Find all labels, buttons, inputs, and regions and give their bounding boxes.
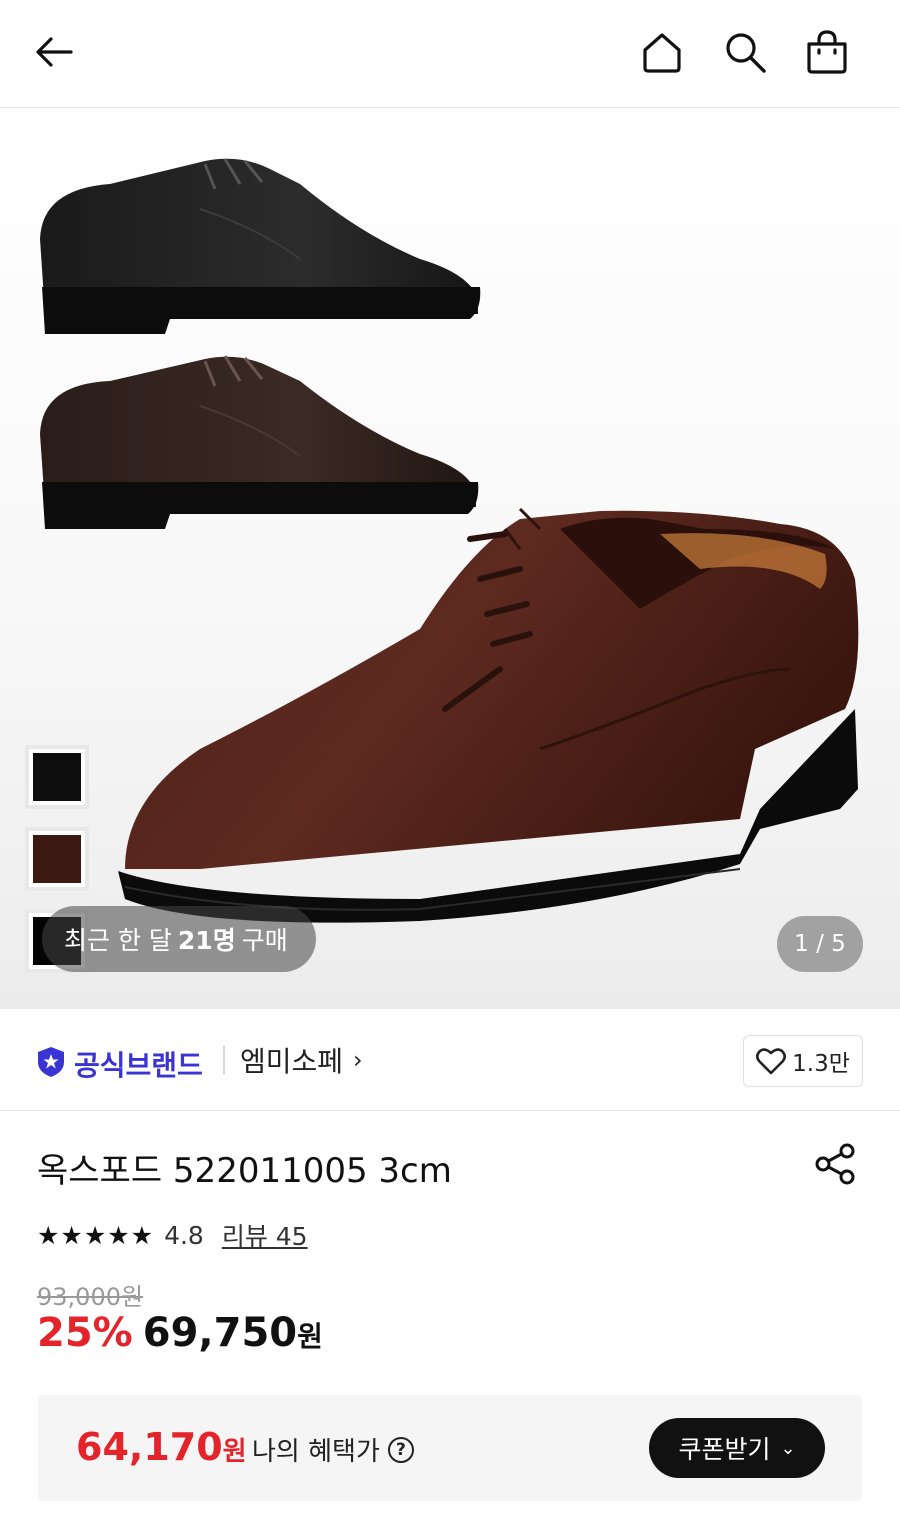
recent-count: 21명: [177, 926, 236, 955]
dark-brown-shoe-image: [40, 355, 479, 529]
currency-unit: 원: [297, 1320, 323, 1353]
home-icon[interactable]: [636, 26, 688, 78]
divider: [223, 1045, 225, 1075]
discount-rate: 25%: [37, 1310, 133, 1356]
brand-name: 엠미소페: [240, 1045, 344, 1078]
benefit-price-unit: 원: [222, 1437, 247, 1467]
sale-price: 69,750: [142, 1310, 298, 1356]
original-price: 93,000원: [37, 1283, 144, 1311]
coupon-button[interactable]: 쿠폰받기 ⌄: [649, 1418, 825, 1478]
brand-link[interactable]: 엠미소페 ›: [240, 1040, 363, 1080]
benefit-label: 나의 혜택가: [252, 1437, 380, 1467]
star-rating-icon: ★★★★★: [37, 1220, 155, 1250]
search-icon[interactable]: [719, 26, 771, 78]
official-brand-badge: 공식브랜드: [36, 1044, 203, 1084]
recent-suffix: 구매: [241, 926, 288, 955]
product-image-gallery[interactable]: 최근 한 달 21명 구매 1 / 5: [0, 109, 900, 1009]
benefit-price: 64,170 원: [76, 1425, 247, 1469]
color-swatch-brown[interactable]: [25, 827, 89, 891]
rating-value: 4.8: [164, 1220, 204, 1250]
brand-row: 공식브랜드 엠미소페 › 1.3만: [0, 1010, 900, 1111]
chevron-down-icon: ⌄: [780, 1437, 796, 1459]
share-icon[interactable]: [812, 1141, 858, 1187]
arrow-left-icon[interactable]: [28, 26, 80, 78]
benefit-price-box: 64,170 원 나의 혜택가 ? 쿠폰받기 ⌄: [38, 1395, 862, 1501]
swatch-fill: [33, 835, 81, 883]
chevron-right-icon: ›: [353, 1046, 363, 1074]
benefit-label-group: 나의 혜택가 ?: [252, 1431, 414, 1468]
review-link[interactable]: 리뷰 45: [222, 1217, 308, 1253]
help-icon[interactable]: ?: [387, 1436, 414, 1463]
benefit-price-value: 64,170: [76, 1425, 223, 1469]
black-shoe-image: [40, 158, 481, 334]
top-app-bar: [0, 0, 900, 108]
product-title: 옥스포드 522011005 3cm: [37, 1151, 452, 1191]
product-image: [40, 158, 859, 923]
image-pager: 1 / 5: [777, 916, 863, 972]
official-brand-label: 공식브랜드: [74, 1049, 203, 1082]
coupon-label: 쿠폰받기: [678, 1435, 771, 1464]
shopping-bag-icon[interactable]: [801, 26, 853, 78]
color-swatch-black[interactable]: [25, 745, 89, 809]
price-row: 25% 69,750 원: [37, 1310, 323, 1356]
like-count: 1.3만: [792, 1051, 850, 1077]
star-shield-icon: [36, 1046, 66, 1082]
brown-shoe-image: [118, 507, 859, 923]
heart-icon: [756, 1048, 787, 1075]
like-button[interactable]: 1.3만: [743, 1035, 863, 1087]
recent-purchase-badge: 최근 한 달 21명 구매: [42, 906, 316, 972]
rating-row: ★★★★★ 4.8 리뷰 45: [37, 1217, 308, 1253]
recent-prefix: 최근 한 달: [64, 926, 172, 955]
swatch-fill: [33, 753, 81, 801]
